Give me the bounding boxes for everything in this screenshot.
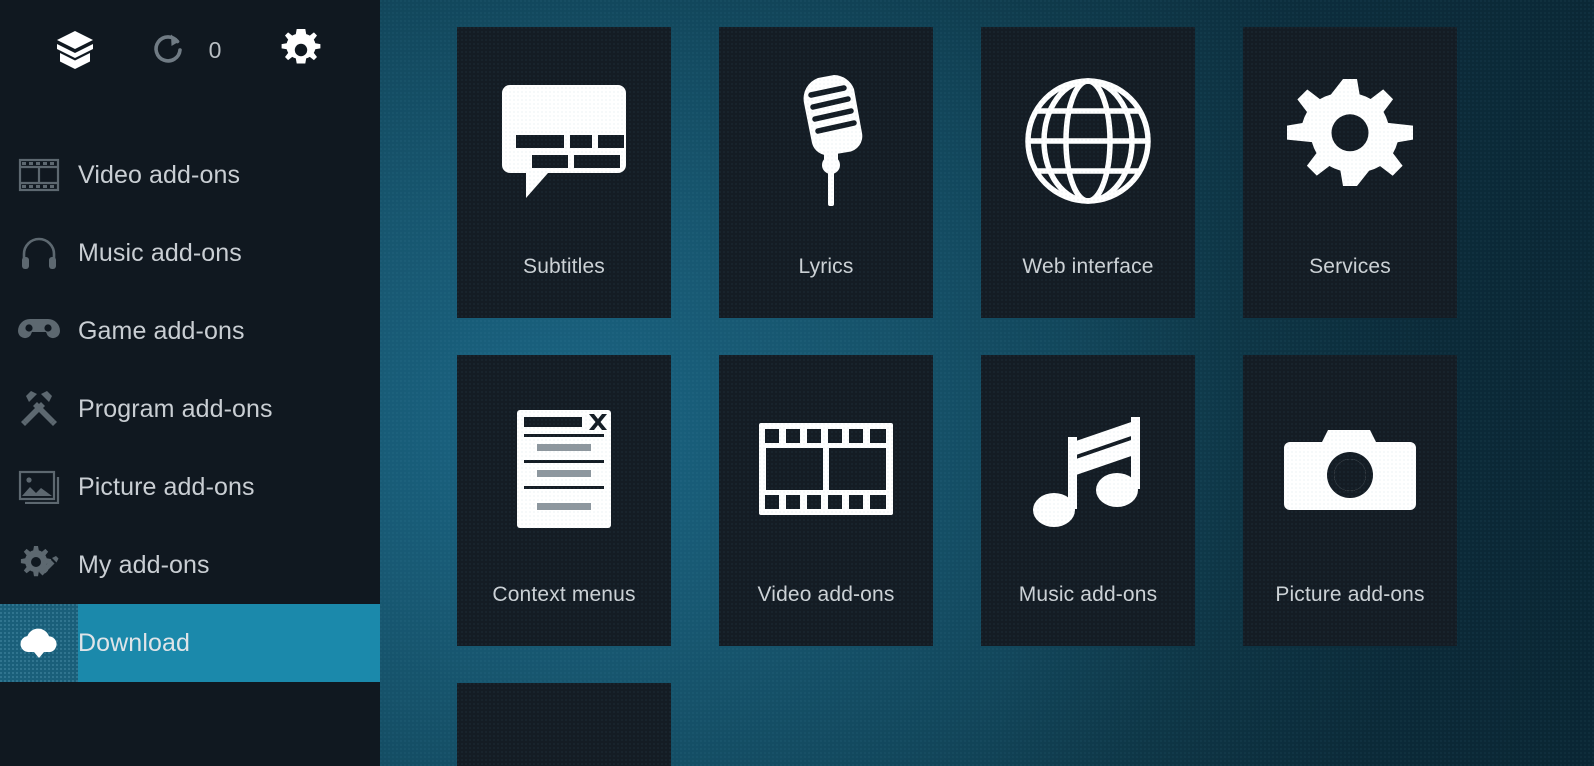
sidebar-item-label: Music add-ons — [78, 238, 242, 267]
refresh-icon[interactable] — [148, 30, 190, 70]
globe-icon — [981, 27, 1195, 255]
sidebar-item-label: My add-ons — [78, 550, 210, 579]
tile-look-and-feel[interactable] — [457, 683, 671, 766]
tile-label: Music add-ons — [1018, 583, 1158, 606]
gear-tool-icon — [0, 526, 78, 604]
sidebar-item-game-add-ons[interactable]: Game add-ons — [0, 292, 380, 370]
sidebar: 0 Video add-ons Music add-ons Game add-o… — [0, 0, 380, 766]
sidebar-item-label: Download — [78, 628, 190, 657]
tile-label: Subtitles — [523, 255, 605, 278]
sidebar-item-my-add-ons[interactable]: My add-ons — [0, 526, 380, 604]
sidebar-item-video-add-ons[interactable]: Video add-ons — [0, 136, 380, 214]
tile-label: Context menus — [492, 583, 636, 606]
sidebar-item-label: Game add-ons — [78, 316, 245, 345]
music-note-icon — [981, 355, 1195, 583]
tile-label: Picture add-ons — [1275, 583, 1425, 606]
tile-label: Services — [1309, 255, 1391, 278]
refresh-count: 0 — [208, 37, 222, 63]
tile-label: Web interface — [1022, 255, 1154, 278]
sidebar-item-label: Picture add-ons — [78, 472, 255, 501]
kodi-addon-browser-window: 0 Video add-ons Music add-ons Game add-o… — [0, 0, 1594, 766]
gear-icon — [1243, 27, 1457, 255]
sidebar-item-picture-add-ons[interactable]: Picture add-ons — [0, 448, 380, 526]
film-strip-icon — [0, 136, 78, 214]
addon-category-grid: Subtitles Lyrics Web interface Services … — [457, 27, 1517, 766]
tile-video-add-ons[interactable]: Video add-ons — [719, 355, 933, 646]
camera-icon — [1243, 355, 1457, 583]
sidebar-item-label: Video add-ons — [78, 160, 241, 189]
speech-bubble-subtitles-icon — [457, 27, 671, 255]
tools-icon — [0, 370, 78, 448]
tile-lyrics[interactable]: Lyrics — [719, 27, 933, 318]
tile-services[interactable]: Services — [1243, 27, 1457, 318]
headphones-icon — [0, 214, 78, 292]
tile-context-menus[interactable]: Context menus — [457, 355, 671, 646]
microphone-icon — [719, 27, 933, 255]
sidebar-menu: Video add-ons Music add-ons Game add-ons… — [0, 136, 380, 682]
sidebar-item-music-add-ons[interactable]: Music add-ons — [0, 214, 380, 292]
tile-subtitles[interactable]: Subtitles — [457, 27, 671, 318]
dialog-window-icon — [457, 355, 671, 583]
sidebar-toolbar: 0 — [0, 0, 380, 100]
tile-label: Lyrics — [798, 255, 854, 278]
sidebar-item-program-add-ons[interactable]: Program add-ons — [0, 370, 380, 448]
film-strip-icon — [719, 355, 933, 583]
look-and-feel-icon — [457, 683, 671, 766]
tile-picture-add-ons[interactable]: Picture add-ons — [1243, 355, 1457, 646]
tile-web-interface[interactable]: Web interface — [981, 27, 1195, 318]
cloud-download-icon — [0, 604, 78, 682]
package-box-icon[interactable] — [52, 28, 98, 72]
picture-frame-icon — [0, 448, 78, 526]
sidebar-item-download[interactable]: Download — [0, 604, 380, 682]
tile-music-add-ons[interactable]: Music add-ons — [981, 355, 1195, 646]
gear-icon[interactable] — [278, 28, 324, 72]
sidebar-item-label: Program add-ons — [78, 394, 273, 423]
gamepad-icon — [0, 292, 78, 370]
tile-label: Video add-ons — [757, 583, 895, 606]
